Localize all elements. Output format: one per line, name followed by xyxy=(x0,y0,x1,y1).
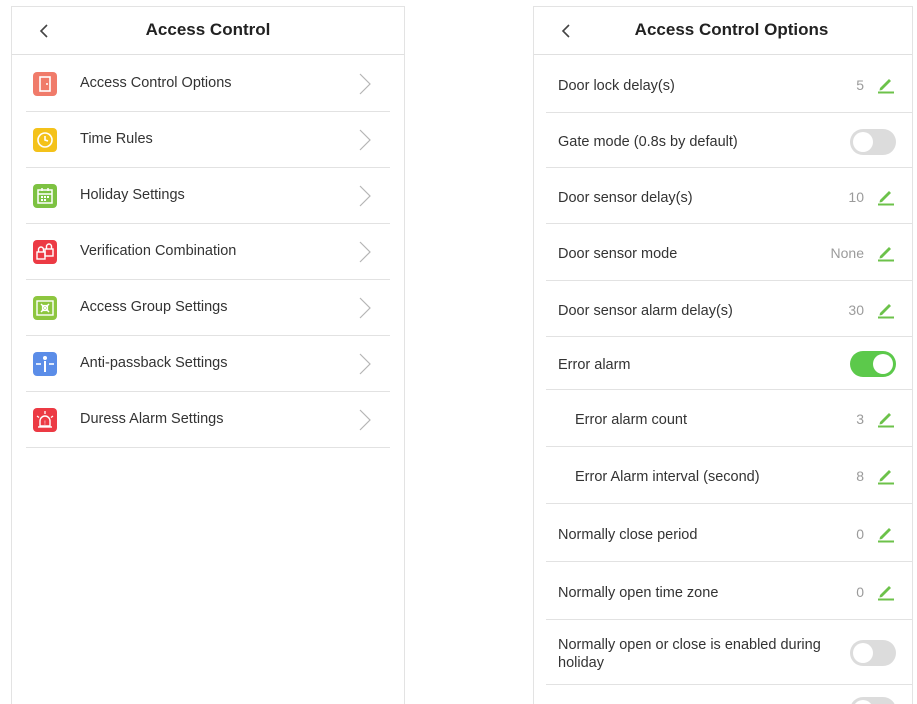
edit-pencil-icon[interactable] xyxy=(876,299,896,319)
edit-pencil-icon[interactable] xyxy=(876,408,896,428)
turnstile-icon xyxy=(33,352,57,376)
menu-item-access-group-settings[interactable]: Access Group Settings xyxy=(26,280,390,336)
option-label: Normally close period xyxy=(558,527,698,543)
option-gate-mode: Gate mode (0.8s by default) xyxy=(546,113,912,168)
header: Access Control Options xyxy=(534,7,912,55)
option-value: 5 xyxy=(856,77,864,93)
toggle-knob xyxy=(853,643,873,663)
option-value: 30 xyxy=(848,302,864,318)
option-value: 0 xyxy=(856,526,864,542)
option-value: None xyxy=(830,245,864,261)
locks-icon xyxy=(33,240,57,264)
menu-item-holiday-settings[interactable]: Holiday Settings xyxy=(26,168,390,224)
menu-item-duress-alarm-settings[interactable]: ! Duress Alarm Settings xyxy=(26,392,390,448)
option-label: Door lock delay(s) xyxy=(558,78,675,94)
option-label: Door sensor mode xyxy=(558,246,678,262)
option-door-sensor-delay[interactable]: Door sensor delay(s) 10 xyxy=(546,168,912,224)
page-title: Access Control xyxy=(145,20,271,39)
option-holiday-normally-open-close: Normally open or close is enabled during… xyxy=(546,620,912,685)
back-arrow-icon[interactable] xyxy=(556,20,578,42)
page-title: Access Control Options xyxy=(634,20,829,39)
toggle-knob xyxy=(853,132,873,152)
option-door-sensor-mode[interactable]: Door sensor mode None xyxy=(546,224,912,281)
partial-toggle[interactable] xyxy=(850,697,896,704)
option-label: Normally open or close is enabled during… xyxy=(558,636,821,672)
edit-pencil-icon[interactable] xyxy=(876,465,896,485)
menu-item-label: Access Group Settings xyxy=(80,299,228,315)
menu-list: Access Control Options Time Rules Holida… xyxy=(26,56,390,448)
group-icon xyxy=(33,296,57,320)
calendar-icon xyxy=(33,184,57,208)
access-control-screen: Access Control Access Control Options Ti… xyxy=(11,6,405,704)
holiday-open-close-toggle[interactable] xyxy=(850,640,896,666)
menu-item-verification-combination[interactable]: Verification Combination xyxy=(26,224,390,280)
edit-pencil-icon[interactable] xyxy=(876,186,896,206)
menu-item-label: Access Control Options xyxy=(80,75,232,91)
option-normally-open-time-zone[interactable]: Normally open time zone 0 xyxy=(546,562,912,620)
option-value: 10 xyxy=(848,189,864,205)
option-label: Error alarm xyxy=(558,357,631,373)
toggle-knob xyxy=(873,354,893,374)
option-normally-close-period[interactable]: Normally close period 0 xyxy=(546,504,912,562)
chevron-right-icon xyxy=(359,73,371,95)
menu-item-label: Time Rules xyxy=(80,131,153,147)
option-label: Door sensor alarm delay(s) xyxy=(558,303,733,319)
toggle-knob xyxy=(853,700,873,704)
option-label: Normally open time zone xyxy=(558,585,719,601)
option-label: Error alarm count xyxy=(575,412,688,428)
option-label-line2: holiday xyxy=(558,655,604,671)
option-value: 0 xyxy=(856,584,864,600)
error-alarm-toggle[interactable] xyxy=(850,351,896,377)
edit-pencil-icon[interactable] xyxy=(876,523,896,543)
menu-item-label: Anti-passback Settings xyxy=(80,355,228,371)
menu-item-access-control-options[interactable]: Access Control Options xyxy=(26,56,390,112)
back-arrow-icon[interactable] xyxy=(34,20,56,42)
menu-item-time-rules[interactable]: Time Rules xyxy=(26,112,390,168)
option-label: Error Alarm interval (second) xyxy=(575,469,760,485)
gate-mode-toggle[interactable] xyxy=(850,129,896,155)
chevron-right-icon xyxy=(359,185,371,207)
edit-pencil-icon[interactable] xyxy=(876,74,896,94)
chevron-right-icon xyxy=(359,297,371,319)
option-label: Gate mode (0.8s by default) xyxy=(558,134,738,150)
option-label: Door sensor delay(s) xyxy=(558,190,693,206)
access-control-options-screen: Access Control Options Door lock delay(s… xyxy=(533,6,913,704)
menu-item-anti-passback-settings[interactable]: Anti-passback Settings xyxy=(26,336,390,392)
chevron-right-icon xyxy=(359,409,371,431)
chevron-right-icon xyxy=(359,353,371,375)
option-label-line1: Normally open or close is enabled during xyxy=(558,637,821,653)
option-door-sensor-alarm-delay[interactable]: Door sensor alarm delay(s) 30 xyxy=(546,281,912,337)
option-error-alarm-count[interactable]: Error alarm count 3 xyxy=(546,390,912,447)
menu-item-label: Duress Alarm Settings xyxy=(80,411,224,427)
header: Access Control xyxy=(12,7,404,55)
menu-item-label: Verification Combination xyxy=(80,243,237,259)
option-error-alarm-interval[interactable]: Error Alarm interval (second) 8 xyxy=(546,447,912,504)
option-partial xyxy=(546,685,912,704)
chevron-right-icon xyxy=(359,241,371,263)
door-icon xyxy=(33,72,57,96)
option-value: 8 xyxy=(856,468,864,484)
option-door-lock-delay[interactable]: Door lock delay(s) 5 xyxy=(546,56,912,113)
alarm-icon: ! xyxy=(33,408,57,432)
option-error-alarm: Error alarm xyxy=(546,337,912,390)
edit-pencil-icon[interactable] xyxy=(876,581,896,601)
chevron-right-icon xyxy=(359,129,371,151)
clock-icon xyxy=(33,128,57,152)
option-value: 3 xyxy=(856,411,864,427)
menu-item-label: Holiday Settings xyxy=(80,187,185,203)
edit-pencil-icon[interactable] xyxy=(876,242,896,262)
